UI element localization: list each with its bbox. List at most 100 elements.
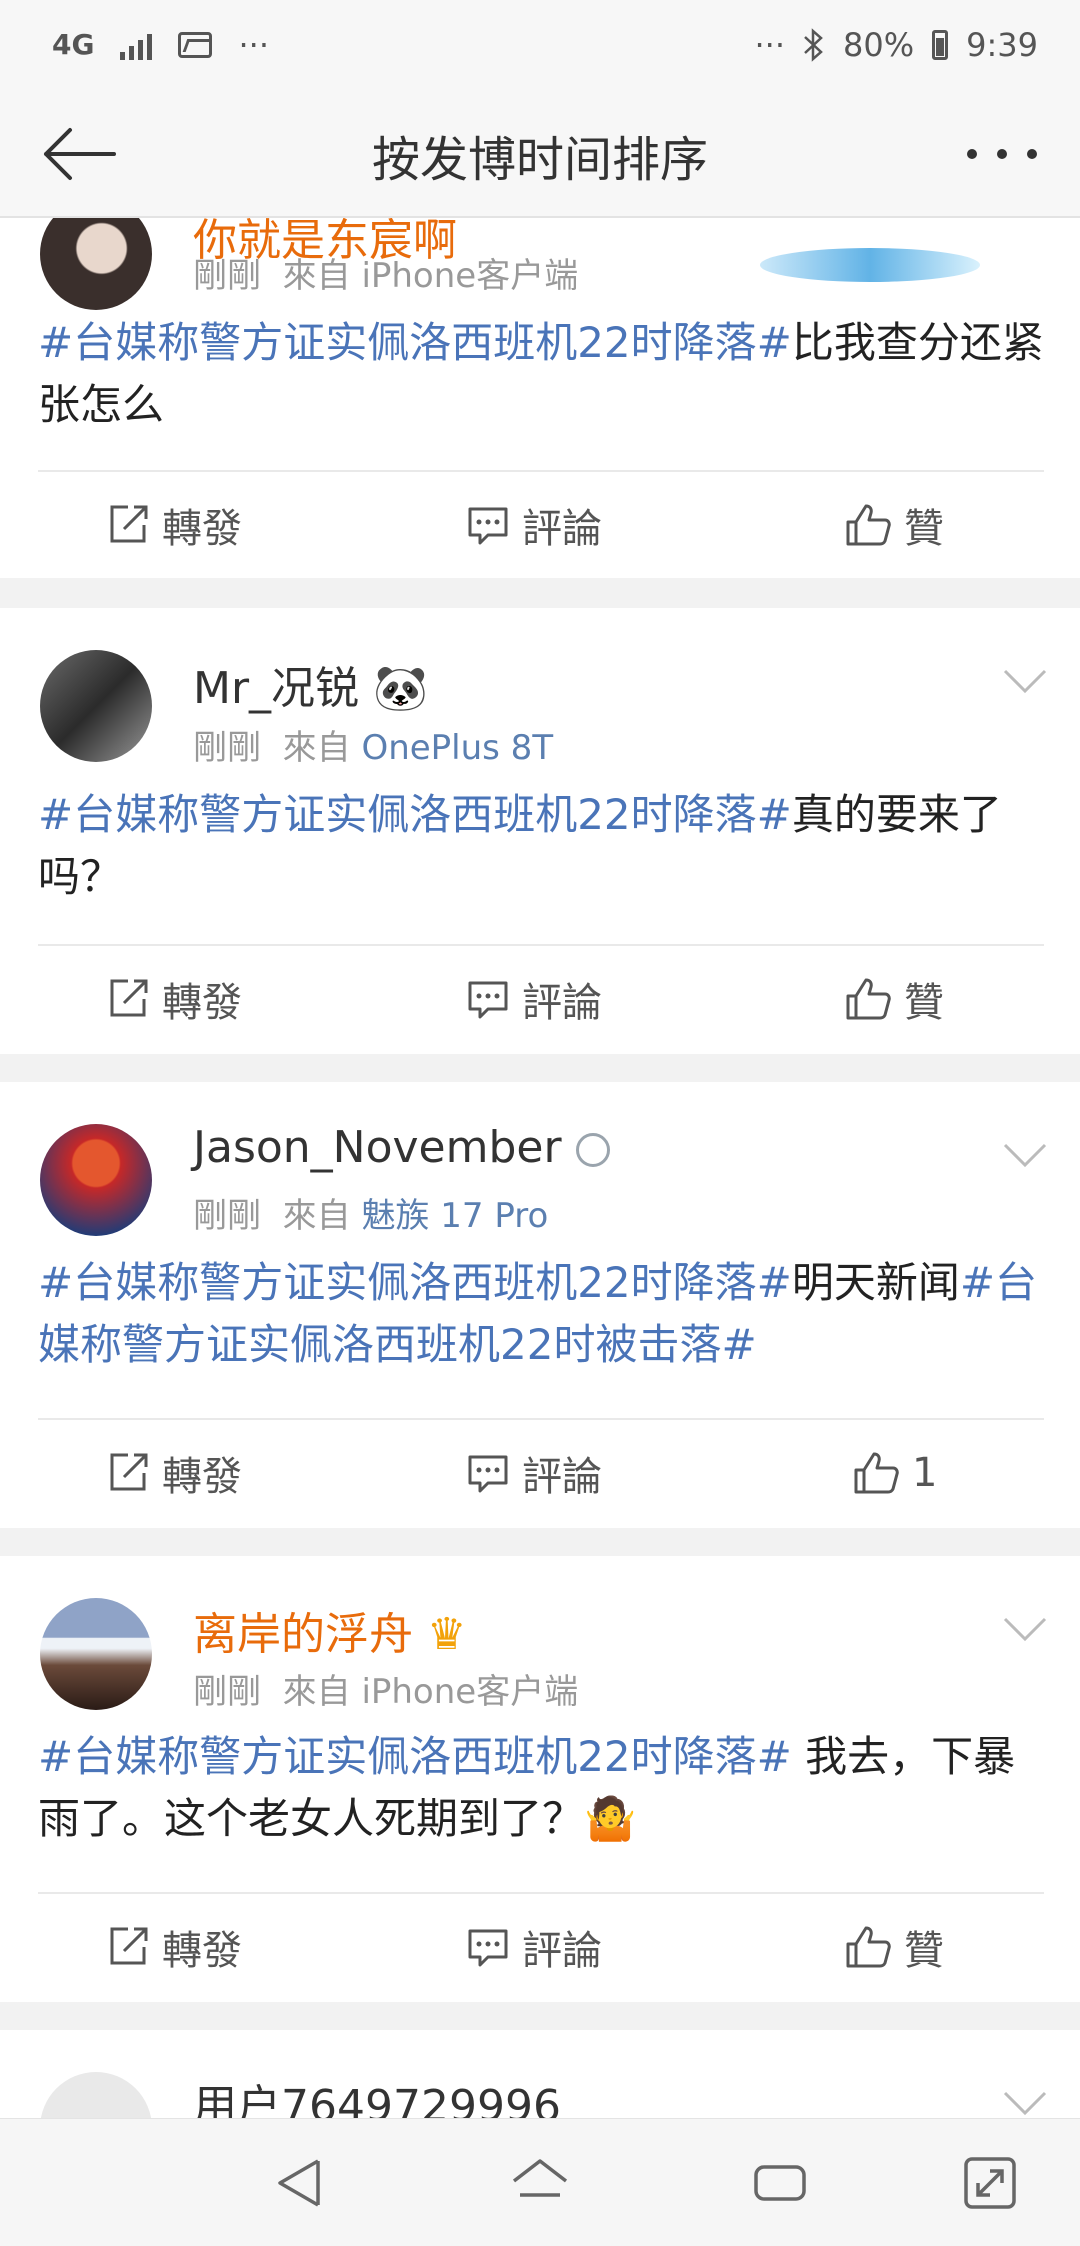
repost-icon: [110, 1927, 148, 1965]
repost-icon: [110, 979, 148, 1017]
source-prefix: 來自: [282, 1672, 351, 1712]
comment-button[interactable]: 評論: [466, 1420, 602, 1526]
source-prefix: 來自: [282, 1196, 351, 1236]
like-button[interactable]: 贊: [844, 472, 944, 578]
expand-screen-icon[interactable]: [960, 2153, 1020, 2213]
avatar[interactable]: [40, 2072, 152, 2118]
panda-icon: 🐼: [373, 663, 428, 714]
action-bar: 轉發 評論 贊: [0, 472, 1080, 578]
like-label: 贊: [904, 1928, 944, 1974]
repost-label: 轉發: [162, 1928, 242, 1974]
post-source[interactable]: 魅族 17 Pro: [361, 1196, 548, 1236]
comment-label: 評論: [522, 506, 602, 552]
crown-icon: ♛: [427, 1609, 467, 1660]
username[interactable]: Jason_November: [193, 1122, 610, 1173]
post-text: #台媒称警方证实佩洛西班机22时降落#明天新闻#台媒称警方证实佩洛西班机22时被…: [38, 1252, 1044, 1376]
network-type: 4G: [52, 28, 95, 61]
hashtag-link[interactable]: #台媒称警方证实佩洛西班机22时降落#: [38, 1258, 792, 1307]
battery-icon: [932, 30, 949, 60]
signal-icon: [120, 30, 153, 60]
top-bar: 按发博时间排序: [0, 90, 1080, 218]
action-bar: 轉發 評論 贊: [0, 1894, 1080, 2000]
like-button[interactable]: 1: [852, 1420, 937, 1526]
post-source: iPhone客户端: [361, 1672, 579, 1712]
comment-button[interactable]: 評論: [466, 472, 602, 578]
post-card[interactable]: Jason_November 剛剛 來自 魅族 17 Pro #台媒称警方证实佩…: [0, 1082, 1080, 1528]
repost-label: 轉發: [162, 506, 242, 552]
repost-icon: [110, 505, 148, 543]
comment-button[interactable]: 評論: [466, 946, 602, 1052]
comment-icon: [468, 1929, 508, 1967]
like-label: 贊: [904, 506, 944, 552]
action-bar: 轉發 評論 贊: [0, 946, 1080, 1052]
source-prefix: 來自: [282, 728, 351, 768]
repost-button[interactable]: 轉發: [106, 472, 242, 578]
avatar[interactable]: [40, 1598, 152, 1710]
repost-button[interactable]: 轉發: [106, 946, 242, 1052]
post-meta: 剛剛 來自 OnePlus 8T: [193, 720, 553, 769]
hashtag-link[interactable]: #台媒称警方证实佩洛西班机22时降落#: [38, 790, 792, 839]
like-button[interactable]: 贊: [844, 1894, 944, 2000]
nav-recents-icon[interactable]: [750, 2153, 810, 2213]
chevron-down-icon[interactable]: [1002, 666, 1048, 696]
source-prefix: 來自: [282, 256, 351, 296]
comment-label: 評論: [522, 1454, 602, 1500]
comment-button[interactable]: 評論: [466, 1894, 602, 2000]
post-meta: 剛剛 來自 iPhone客户端: [193, 1664, 578, 1713]
post-text: #台媒称警方证实佩洛西班机22时降落# 我去，下暴雨了。这个老女人死期到了？🤷: [38, 1726, 1044, 1850]
post-card[interactable]: 用户7649729996: [0, 2030, 1080, 2118]
page-title: 按发博时间排序: [371, 132, 708, 188]
repost-label: 轉發: [162, 980, 242, 1026]
repost-button[interactable]: 轉發: [106, 1420, 242, 1526]
avatar[interactable]: [40, 650, 152, 762]
avatar[interactable]: [40, 218, 152, 310]
battery-percent: 80%: [843, 26, 915, 64]
repost-button[interactable]: 轉發: [106, 1894, 242, 2000]
post-source[interactable]: OnePlus 8T: [361, 728, 553, 768]
chevron-down-icon[interactable]: [1002, 2088, 1048, 2118]
post-time: 剛剛: [193, 1672, 261, 1712]
post-text: #台媒称警方证实佩洛西班机22时降落#真的要来了吗？: [38, 784, 1044, 908]
hashtag-link[interactable]: #台媒称警方证实佩洛西班机22时降落#: [38, 318, 792, 367]
username[interactable]: Mr_况锐 🐼: [193, 652, 428, 716]
post-card[interactable]: 离岸的浮舟 ♛ 剛剛 來自 iPhone客户端 #台媒称警方证实佩洛西班机22时…: [0, 1556, 1080, 2002]
medal-icon: [575, 1133, 610, 1167]
post-card[interactable]: Mr_况锐 🐼 剛剛 來自 OnePlus 8T #台媒称警方证实佩洛西班机22…: [0, 608, 1080, 1054]
thumbs-up-icon: [846, 978, 891, 1020]
more-options-icon[interactable]: [962, 134, 1042, 174]
nav-back-icon[interactable]: [270, 2153, 330, 2213]
system-nav-bar: [0, 2118, 1080, 2246]
gallery-icon: [178, 32, 213, 58]
chevron-down-icon[interactable]: [1002, 1614, 1048, 1644]
comment-icon: [468, 1455, 508, 1493]
chevron-down-icon[interactable]: [1002, 1140, 1048, 1170]
avatar[interactable]: [40, 1124, 152, 1236]
post-text: #台媒称警方证实佩洛西班机22时降落#比我查分还紧张怎么: [38, 312, 1044, 436]
status-dots: ···: [238, 26, 269, 64]
post-time: 剛剛: [193, 256, 261, 296]
status-bar: 4G ··· ··· 80% 9:39: [0, 0, 1080, 90]
post-time: 剛剛: [193, 728, 261, 768]
comment-label: 評論: [522, 980, 602, 1026]
action-bar: 轉發 評論 1: [0, 1420, 1080, 1526]
comment-icon: [468, 981, 508, 1019]
decoration-card-icon: [760, 248, 980, 282]
repost-label: 轉發: [162, 1454, 242, 1500]
thumbs-up-icon: [846, 1926, 891, 1968]
post-time: 剛剛: [193, 1196, 261, 1236]
like-count: 1: [912, 1450, 938, 1496]
nav-home-icon[interactable]: [510, 2153, 570, 2213]
repost-icon: [110, 1453, 148, 1491]
bluetooth-icon: [804, 28, 823, 62]
clock: 9:39: [966, 26, 1038, 64]
username[interactable]: 离岸的浮舟 ♛: [193, 1598, 466, 1662]
thumbs-up-icon: [854, 1452, 899, 1494]
hashtag-link[interactable]: #台媒称警方证实佩洛西班机22时降落#: [38, 1732, 792, 1781]
post-body: 明天新闻: [791, 1258, 960, 1307]
post-feed[interactable]: 你就是东宸啊 剛剛 來自 iPhone客户端 #台媒称警方证实佩洛西班机22时降…: [0, 218, 1080, 2118]
post-meta: 剛剛 來自 iPhone客户端: [193, 248, 578, 297]
like-button[interactable]: 贊: [844, 946, 944, 1052]
post-card[interactable]: 你就是东宸啊 剛剛 來自 iPhone客户端 #台媒称警方证实佩洛西班机22时降…: [0, 218, 1080, 578]
username[interactable]: 用户7649729996: [193, 2070, 561, 2118]
thumbs-up-icon: [846, 504, 891, 546]
